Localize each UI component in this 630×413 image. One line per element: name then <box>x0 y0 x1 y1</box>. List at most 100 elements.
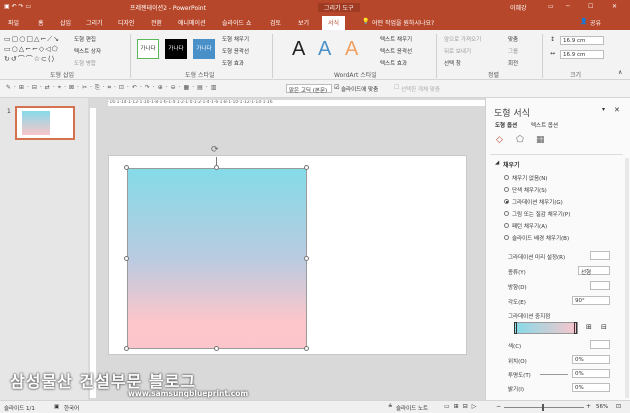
tab-format[interactable]: 서식 <box>322 16 346 30</box>
rotate-button[interactable]: 회전 <box>508 59 518 67</box>
align-button[interactable]: 맞춤 <box>508 35 518 43</box>
ribbon-display-icon[interactable]: ▭ <box>548 3 554 10</box>
brightness-input[interactable]: 0% <box>572 383 610 392</box>
zoom-in-icon[interactable]: + <box>586 403 591 410</box>
wordart-style-3[interactable]: A <box>345 38 358 61</box>
wordart-style-1[interactable]: A <box>292 38 305 61</box>
position-input[interactable]: 0% <box>572 355 610 364</box>
tab-shape-options[interactable]: 도형 옵션 <box>495 121 517 129</box>
group-button[interactable]: 그룹 <box>508 47 518 55</box>
fill-section-title[interactable]: 채우기 <box>503 160 520 169</box>
toolbar-icons[interactable]: ✎·⊞·⊟·⇄·⌖·⊠·✂·⎘·⌗·⊡·↶·↷·⊕·⊖·▦·▤·▥ <box>6 85 219 91</box>
font-select[interactable]: 맑은 고딕 (본문) <box>286 84 332 94</box>
gradient-fill-radio[interactable] <box>504 199 509 204</box>
gradient-stop-handle[interactable] <box>574 322 577 334</box>
resize-handle-bottom-left[interactable] <box>124 346 129 351</box>
selection-pane-button[interactable]: 선택 창 <box>444 59 461 67</box>
resize-handle-top-right[interactable] <box>304 165 309 170</box>
fill-none-radio[interactable] <box>504 175 509 180</box>
notes-button[interactable]: 슬라이드 노트 <box>396 404 428 412</box>
resize-handle-right[interactable] <box>304 256 309 261</box>
zoom-slider[interactable] <box>504 407 584 408</box>
transparency-input[interactable]: 0% <box>572 369 610 378</box>
section-collapse-icon[interactable]: ◢ <box>495 160 499 166</box>
style-preset-1[interactable]: 가나다 <box>137 39 159 59</box>
share-icon[interactable]: 👤 <box>580 18 587 25</box>
view-buttons[interactable]: ▭⊞⊟▷ <box>444 403 480 410</box>
gradient-stops-bar[interactable] <box>514 322 578 334</box>
gradient-preset-dropdown[interactable] <box>590 251 610 260</box>
tab-animations[interactable]: 애니메이션 <box>178 18 206 27</box>
transparency-slider[interactable] <box>540 374 568 375</box>
tab-transitions[interactable]: 전환 <box>151 18 162 27</box>
tab-design[interactable]: 디자인 <box>118 18 135 27</box>
tab-view[interactable]: 보기 <box>298 18 309 27</box>
share-button[interactable]: 공유 <box>590 18 601 27</box>
tab-review[interactable]: 검토 <box>270 18 281 27</box>
resize-handle-top[interactable] <box>214 165 219 170</box>
tab-draw[interactable]: 그리기 <box>86 18 103 27</box>
edit-shape-button[interactable]: 도형 편집 <box>74 35 96 43</box>
resize-handle-left[interactable] <box>124 256 129 261</box>
tab-file[interactable]: 파일 <box>8 18 19 27</box>
effects-icon[interactable]: ⬠ <box>516 136 524 145</box>
pattern-fill-radio[interactable] <box>504 223 509 228</box>
wordart-style-2[interactable]: A <box>318 38 331 61</box>
slide-thumbnail[interactable] <box>15 106 75 140</box>
text-outline-button[interactable]: 텍스트 윤곽선 <box>380 47 412 55</box>
user-name[interactable]: 이혜강 <box>510 3 527 12</box>
width-field[interactable]: 16.9 cm <box>560 50 604 59</box>
type-select[interactable]: 선형 <box>578 266 610 276</box>
tab-slideshow[interactable]: 슬라이드 쇼 <box>222 18 252 27</box>
shape-fill-button[interactable]: 도형 채우기 <box>222 35 249 43</box>
text-effects-button[interactable]: 텍스트 효과 <box>380 59 407 67</box>
notes-icon[interactable]: ≜ <box>388 404 393 410</box>
shape-gallery[interactable]: ▭▢○□△⌐⟋↘ ▭○△⌐⌐◇◁⬠ ↻↺⌒⌒☆⊂⟨⟩ <box>4 34 70 66</box>
pane-close-icon[interactable]: ✕ <box>614 106 620 114</box>
shape-effects-button[interactable]: 도형 효과 <box>222 59 244 67</box>
tab-insert[interactable]: 삽입 <box>60 18 71 27</box>
add-stop-icon[interactable]: ⊞ <box>586 324 592 331</box>
collapse-ribbon-icon[interactable]: ∧ <box>618 70 622 76</box>
gradient-rectangle-shape[interactable] <box>127 168 307 349</box>
tell-me-box[interactable]: 어떤 작업을 원하시나요? <box>372 18 434 27</box>
language-icon[interactable]: ▣ <box>54 404 59 410</box>
size-properties-icon[interactable]: ▦ <box>536 136 545 145</box>
rotate-handle-icon[interactable]: ⟳ <box>211 146 219 155</box>
solid-fill-radio[interactable] <box>504 187 509 192</box>
send-backward-button[interactable]: 뒤로 보내기 <box>444 47 471 55</box>
fill-line-icon[interactable]: ◇ <box>496 136 503 145</box>
minimize-icon[interactable]: ─ <box>566 3 570 10</box>
save-icon[interactable]: ▣ ↶ ↷ ▭ <box>4 3 31 10</box>
pane-dropdown-icon[interactable]: ▾ <box>602 106 605 113</box>
merge-shapes-button[interactable]: 도형 병합 <box>74 59 96 67</box>
background-fill-radio[interactable] <box>504 235 509 240</box>
tab-home[interactable]: 홈 <box>38 18 44 27</box>
fit-window-icon[interactable]: ⊡ <box>616 403 621 410</box>
resize-handle-bottom-right[interactable] <box>304 346 309 351</box>
direction-dropdown[interactable] <box>590 281 610 290</box>
fit-slide-checkbox[interactable]: ☑ <box>334 85 339 91</box>
bring-forward-button[interactable]: 앞으로 가져오기 <box>444 35 481 43</box>
resize-handle-top-left[interactable] <box>124 165 129 170</box>
resize-handle-bottom[interactable] <box>214 346 219 351</box>
picture-fill-radio[interactable] <box>504 211 509 216</box>
close-icon[interactable]: ✕ <box>612 3 617 10</box>
zoom-out-icon[interactable]: − <box>496 403 501 410</box>
zoom-level[interactable]: 56% <box>596 404 608 410</box>
language-status[interactable]: 한국어 <box>64 404 79 412</box>
text-fill-button[interactable]: 텍스트 채우기 <box>380 35 412 43</box>
angle-input[interactable]: 90° <box>572 296 610 305</box>
color-picker[interactable] <box>590 340 610 349</box>
style-preset-3[interactable]: 가나다 <box>193 39 215 59</box>
text-box-button[interactable]: 텍스트 상자 <box>74 47 101 55</box>
remove-stop-icon[interactable]: ⊟ <box>601 324 607 331</box>
maximize-icon[interactable]: ☐ <box>588 3 593 10</box>
pane-scrollbar[interactable] <box>625 158 629 398</box>
height-field[interactable]: 16.9 cm <box>560 36 604 45</box>
zoom-slider-thumb[interactable] <box>542 404 544 411</box>
style-preset-2[interactable]: 가나다 <box>165 39 187 59</box>
select-same-checkbox[interactable]: ☐ <box>394 85 399 91</box>
gradient-stop-handle[interactable] <box>514 322 517 334</box>
shape-outline-button[interactable]: 도형 윤곽선 <box>222 47 249 55</box>
